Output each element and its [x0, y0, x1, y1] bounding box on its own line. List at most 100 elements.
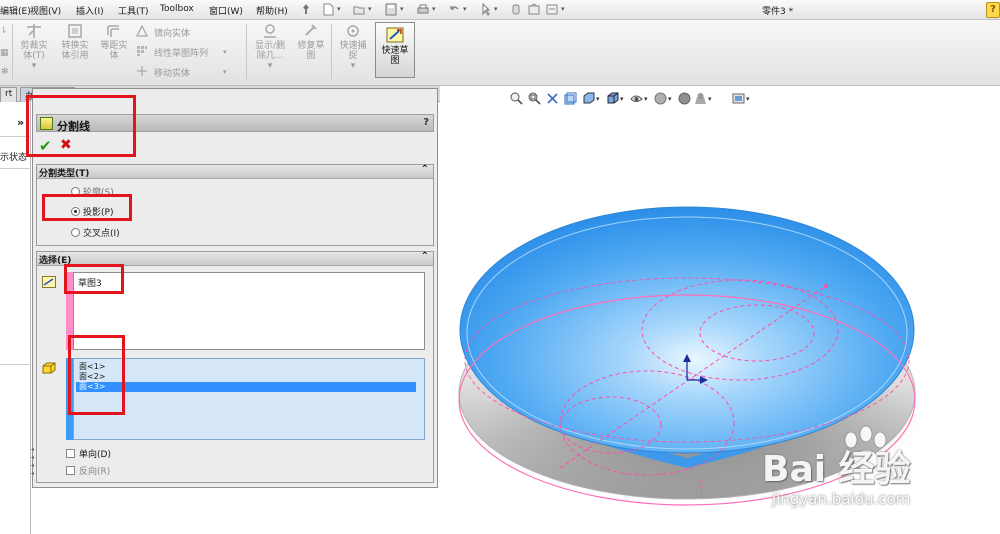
- select-arrow-icon[interactable]: [480, 3, 492, 16]
- annotation-highlight-faces: [68, 335, 125, 415]
- quick-sketch-label-2: 图: [390, 56, 400, 66]
- expand-chevron-icon[interactable]: »: [17, 116, 24, 129]
- partial-tool-glyph-3: ✻: [1, 67, 9, 77]
- hide-show-items-icon[interactable]: [630, 92, 643, 105]
- edit-appearance-icon[interactable]: [654, 92, 667, 105]
- trim-entities-label-1: 剪裁实: [20, 41, 48, 51]
- display-delete-dropdown-icon[interactable]: ▾: [268, 61, 273, 71]
- quick-sketch-button[interactable]: 快速草 图: [375, 22, 415, 78]
- menu-help[interactable]: 帮助(H): [256, 4, 288, 17]
- sketch-selection-list[interactable]: 草图3: [73, 272, 425, 350]
- display-delete-label-2: 除几...: [256, 51, 284, 61]
- convert-entities-button[interactable]: 转换实 体引用: [56, 23, 94, 61]
- display-state-label: 示状态: [0, 153, 28, 163]
- display-delete-relations-button[interactable]: 显示/删 除几... ▾: [251, 23, 289, 71]
- quick-snaps-label-1: 快速捕: [339, 41, 367, 51]
- pin-icon[interactable]: [300, 3, 312, 16]
- menu-toolbox[interactable]: Toolbox: [160, 4, 194, 14]
- collapse-icon[interactable]: ⌃: [421, 164, 429, 175]
- face-list-item[interactable]: 面<2>: [76, 372, 416, 382]
- mirror-entities-icon: [136, 25, 148, 37]
- apply-scene-icon[interactable]: [678, 92, 691, 105]
- view-orientation-dropdown-icon[interactable]: ▾: [596, 95, 600, 103]
- radio-button[interactable]: [71, 228, 80, 237]
- face-list-item-selected[interactable]: 面<3>: [76, 382, 416, 392]
- linear-pattern-dropdown-icon[interactable]: ▾: [223, 48, 227, 56]
- offset-entities-label-1: 等距实: [100, 41, 128, 51]
- single-direction-checkbox[interactable]: 单向(D): [66, 447, 111, 460]
- panel-splitter-grip-icon[interactable]: ◂ ◂ ◂ ◂: [31, 446, 34, 478]
- previous-view-icon[interactable]: [546, 92, 559, 105]
- display-pane-icon[interactable]: [732, 92, 745, 105]
- rebuild-icon[interactable]: [510, 3, 522, 16]
- undo-dropdown-icon[interactable]: ▾: [463, 5, 467, 13]
- face-list-item[interactable]: 面<1>: [76, 362, 416, 372]
- toolbar-separator-2: [246, 24, 247, 80]
- quick-sketch-label-1: 快速草: [381, 46, 409, 56]
- linear-pattern-button[interactable]: 线性草图阵列: [154, 46, 208, 59]
- mirror-entities-button[interactable]: 镜向实体: [154, 26, 190, 39]
- print-icon[interactable]: [417, 3, 429, 16]
- repair-sketch-button[interactable]: 修复草 图: [293, 23, 329, 61]
- edit-appearance-dropdown-icon[interactable]: ▾: [668, 95, 672, 103]
- menu-tools[interactable]: 工具(T): [118, 4, 149, 17]
- new-dropdown-icon[interactable]: ▾: [337, 5, 341, 13]
- zoom-to-area-icon[interactable]: [528, 92, 541, 105]
- display-style-icon[interactable]: [606, 92, 619, 105]
- watermark-url: jingyan.baidu.com: [772, 490, 911, 508]
- help-button[interactable]: ?: [423, 117, 429, 128]
- radio-intersection[interactable]: 交叉点(I): [71, 226, 120, 239]
- new-document-icon[interactable]: [322, 3, 334, 16]
- options-icon[interactable]: [546, 3, 558, 16]
- reverse-direction-checkbox[interactable]: 反向(R): [66, 464, 110, 477]
- menu-view[interactable]: 视图(V): [30, 4, 61, 17]
- view-orientation-icon[interactable]: [582, 92, 595, 105]
- watermark-brand: Bai 经验: [762, 449, 911, 490]
- radio-intersection-label: 交叉点(I): [83, 229, 120, 239]
- select-dropdown-icon[interactable]: ▾: [494, 5, 498, 13]
- undo-icon[interactable]: [448, 3, 460, 16]
- options-dropdown-icon[interactable]: ▾: [561, 5, 565, 13]
- offset-entities-icon: [107, 25, 119, 37]
- single-direction-label: 单向(D): [79, 450, 111, 460]
- split-type-header[interactable]: 分割类型(T) ⌃: [37, 164, 433, 179]
- repair-sketch-label-2: 图: [306, 51, 316, 61]
- hide-show-dropdown-icon[interactable]: ▾: [644, 95, 648, 103]
- collapse-icon[interactable]: ⌃: [421, 251, 429, 262]
- annotation-highlight-projection: [42, 194, 132, 221]
- move-entities-dropdown-icon[interactable]: ▾: [223, 68, 227, 76]
- open-folder-icon[interactable]: [353, 3, 365, 16]
- move-entities-button[interactable]: 移动实体: [154, 66, 190, 79]
- quick-snaps-icon: [347, 25, 359, 37]
- quick-snaps-dropdown-icon[interactable]: ▾: [351, 61, 356, 71]
- checkbox[interactable]: [66, 449, 75, 458]
- view-settings-dropdown-icon[interactable]: ▾: [708, 95, 712, 103]
- open-dropdown-icon[interactable]: ▾: [368, 5, 372, 13]
- tab-sketch[interactable]: rt: [0, 87, 18, 102]
- print-dropdown-icon[interactable]: ▾: [432, 5, 436, 13]
- save-icon[interactable]: [385, 3, 397, 16]
- section-view-icon[interactable]: [564, 92, 577, 105]
- checkbox[interactable]: [66, 466, 75, 475]
- display-pane-dropdown-icon[interactable]: ▾: [746, 95, 750, 103]
- move-entities-icon: [137, 66, 147, 76]
- file-properties-icon[interactable]: [528, 3, 540, 16]
- trim-entities-dropdown-icon[interactable]: ▾: [32, 61, 37, 71]
- menu-edit[interactable]: 编辑(E): [0, 4, 31, 17]
- menu-insert[interactable]: 插入(I): [76, 4, 104, 17]
- menu-window[interactable]: 窗口(W): [209, 4, 243, 17]
- baidu-watermark: Bai 经验 jingyan.baidu.com: [762, 440, 982, 512]
- zoom-to-fit-icon[interactable]: [510, 92, 523, 105]
- help-icon[interactable]: ?: [986, 2, 1000, 18]
- quick-sketch-icon: [386, 27, 404, 43]
- display-style-dropdown-icon[interactable]: ▾: [620, 95, 624, 103]
- split-type-title: 分割类型(T): [39, 169, 90, 179]
- view-settings-icon[interactable]: [694, 92, 707, 105]
- feature-tree-stub: » 示状态: [0, 102, 31, 534]
- trim-entities-button[interactable]: 剪裁实 体(T) ▾: [16, 23, 52, 71]
- document-title: 零件3 *: [762, 7, 794, 17]
- offset-entities-button[interactable]: 等距实 体: [96, 23, 132, 61]
- save-dropdown-icon[interactable]: ▾: [400, 5, 404, 13]
- faces-selection-list[interactable]: 面<1> 面<2> 面<3>: [73, 358, 425, 440]
- quick-snaps-button[interactable]: 快速捕 捉 ▾: [335, 23, 371, 71]
